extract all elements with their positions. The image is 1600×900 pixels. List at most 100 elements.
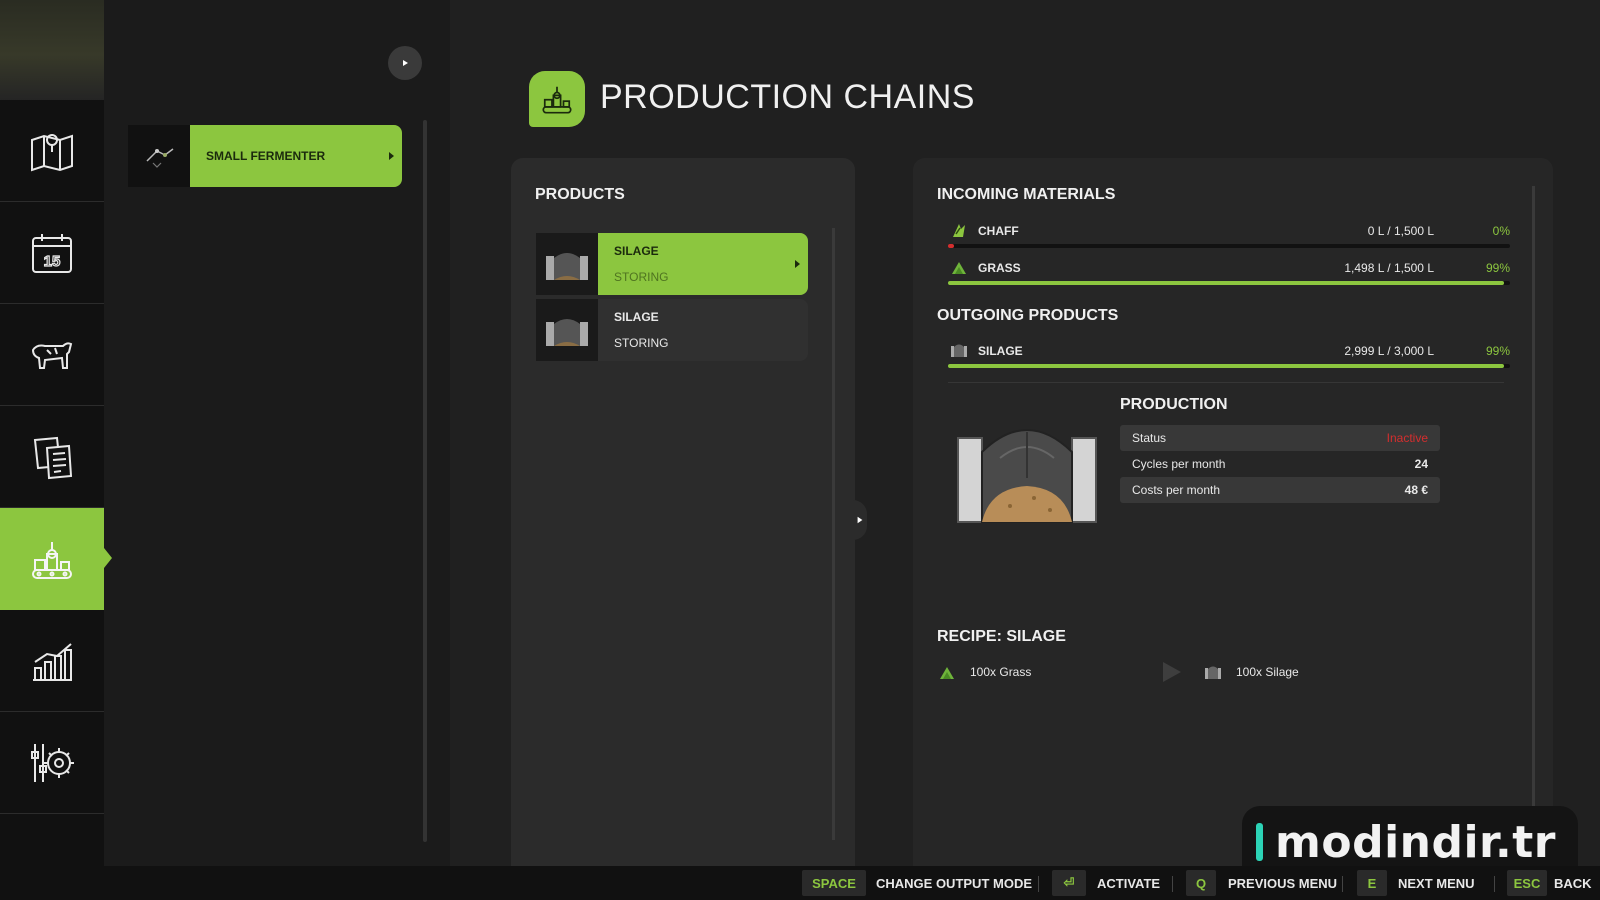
production-title: PRODUCTION <box>1120 396 1228 413</box>
nav-item-map[interactable] <box>0 100 104 202</box>
stat-label: Costs per month <box>1132 483 1221 497</box>
nav-item-contracts[interactable] <box>0 406 104 508</box>
fill-level-indicator <box>948 364 1505 368</box>
recipe-input-label: 100x Grass <box>970 665 1032 679</box>
nav-item-settings[interactable] <box>0 712 104 814</box>
action-previous-menu[interactable]: PREVIOUS MENU <box>1228 876 1337 891</box>
details-scrollbar[interactable] <box>1532 186 1535 806</box>
product-mode: STORING <box>614 270 669 284</box>
nav-item-calendar[interactable]: 15 <box>0 202 104 304</box>
material-row-grass: GRASS 1,498 L / 1,500 L 99% <box>948 257 1510 291</box>
fermenter-icon <box>146 148 174 168</box>
product-info: SILAGE STORING <box>598 233 808 295</box>
nav-item-animals[interactable] <box>0 304 104 406</box>
production-chains-icon <box>32 541 72 579</box>
grass-icon <box>940 667 954 679</box>
action-divider <box>1172 876 1173 892</box>
list-item-text: SMALL FERMENTER <box>206 149 326 163</box>
product-name: SILAGE <box>614 310 659 324</box>
fill-level-bar <box>948 281 1510 285</box>
action-back[interactable]: BACK <box>1554 876 1592 891</box>
product-amount: 2,999 L / 3,000 L <box>1344 344 1434 358</box>
play-icon <box>403 60 408 66</box>
grass-icon <box>952 262 966 274</box>
recipe-title: RECIPE: SILAGE <box>937 628 1066 645</box>
fill-level-indicator <box>948 244 954 248</box>
key-e[interactable]: E <box>1357 870 1387 896</box>
recipe-input: 100x Grass <box>938 664 1031 680</box>
list-scrollbar[interactable] <box>423 120 427 842</box>
key-space[interactable]: SPACE <box>802 870 866 896</box>
action-divider <box>1038 876 1039 892</box>
cow-icon <box>31 341 73 369</box>
silage-thumbnail <box>536 233 598 295</box>
action-change-output-mode[interactable]: CHANGE OUTPUT MODE <box>876 876 1032 891</box>
product-mode: STORING <box>614 336 669 350</box>
stat-row-status: Status Inactive <box>1120 425 1440 451</box>
silage-bunker-icon <box>546 253 588 280</box>
material-name: GRASS <box>978 261 1021 275</box>
play-icon <box>857 516 863 524</box>
status-value: Inactive <box>1386 431 1428 445</box>
fill-level-indicator <box>948 281 1505 285</box>
recipe-output-label: 100x Silage <box>1236 665 1299 679</box>
action-next-menu[interactable]: NEXT MENU <box>1398 876 1475 891</box>
fill-level-bar <box>948 244 1510 248</box>
list-item-small-fermenter[interactable]: SMALL FERMENTER <box>128 125 402 187</box>
fermenter-thumbnail <box>128 125 190 187</box>
documents-icon <box>33 436 73 479</box>
material-amount: 1,498 L / 1,500 L <box>1344 261 1434 275</box>
watermark-bar <box>1256 823 1263 861</box>
stat-row-cycles: Cycles per month 24 <box>1120 451 1440 477</box>
product-item[interactable]: SILAGE STORING <box>536 233 808 295</box>
products-scrollbar[interactable] <box>832 228 835 840</box>
silage-icon <box>1205 666 1221 679</box>
recipe-arrow-icon <box>1163 662 1181 682</box>
production-chains-icon <box>542 86 572 114</box>
outgoing-products-title: OUTGOING PRODUCTS <box>937 307 1119 324</box>
chaff-icon <box>953 224 965 237</box>
product-percent: 99% <box>1485 344 1510 358</box>
watermark-text: modindir.tr <box>1275 816 1556 868</box>
list-item-label: SMALL FERMENTER <box>190 125 402 187</box>
page-title: PRODUCTION CHAINS <box>600 78 975 116</box>
sidebar-nav: 15 <box>0 100 112 866</box>
key-enter[interactable]: ⏎ <box>1052 870 1086 896</box>
stat-row-costs: Costs per month 48 € <box>1120 477 1440 503</box>
stat-label: Cycles per month <box>1132 457 1226 471</box>
products-title: PRODUCTS <box>535 186 625 203</box>
section-divider <box>948 382 1504 383</box>
product-info: SILAGE STORING <box>598 299 808 361</box>
material-amount: 0 L / 1,500 L <box>1367 224 1434 238</box>
svg-text:15: 15 <box>44 253 61 270</box>
product-name: SILAGE <box>614 244 659 258</box>
fill-level-bar <box>948 364 1510 368</box>
collapse-panel-button[interactable] <box>388 46 422 80</box>
silage-icon <box>951 344 967 357</box>
bar-chart-icon <box>33 642 72 681</box>
recipe-output: 100x Silage <box>1204 664 1299 680</box>
settings-gear-icon <box>31 743 74 782</box>
silage-thumbnail <box>536 299 598 361</box>
product-item[interactable]: SILAGE STORING <box>536 299 808 361</box>
action-divider <box>1494 876 1495 892</box>
calendar-icon: 15 <box>32 233 72 273</box>
action-activate[interactable]: ACTIVATE <box>1097 876 1160 891</box>
page-header-icon <box>529 71 585 127</box>
product-row-silage: SILAGE 2,999 L / 3,000 L 99% <box>948 340 1510 374</box>
material-name: CHAFF <box>978 224 1019 238</box>
product-name: SILAGE <box>978 344 1023 358</box>
incoming-materials-title: INCOMING MATERIALS <box>937 186 1116 203</box>
map-icon <box>31 133 73 171</box>
nav-item-production[interactable] <box>0 508 112 610</box>
material-row-chaff: CHAFF 0 L / 1,500 L 0% <box>948 220 1510 254</box>
nav-item-statistics[interactable] <box>0 610 104 712</box>
stat-value: 24 <box>1414 457 1428 471</box>
action-divider <box>1342 876 1343 892</box>
material-percent: 99% <box>1485 261 1510 275</box>
panel-toggle-button[interactable] <box>853 500 867 540</box>
key-esc[interactable]: ESC <box>1507 870 1547 896</box>
key-q[interactable]: Q <box>1186 870 1216 896</box>
silage-bunker-image <box>957 429 1097 523</box>
stat-label: Status <box>1132 431 1167 445</box>
